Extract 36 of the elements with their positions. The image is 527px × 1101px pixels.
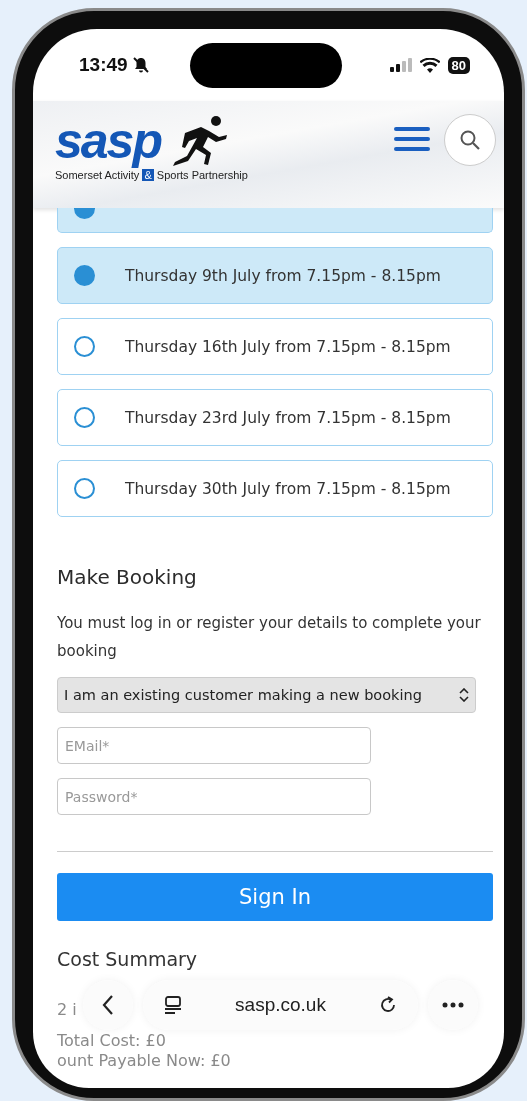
password-field[interactable]: Password* [57,778,371,815]
logo-tagline: Somerset Activity & Sports Partnership [55,169,248,181]
cost-line: Total Cost: £0 [57,1031,166,1050]
runner-icon [170,115,229,167]
tabs-icon[interactable] [163,995,183,1015]
section-heading: Make Booking [57,565,198,589]
menu-icon[interactable] [394,127,430,151]
radio-button[interactable] [74,336,95,357]
session-option[interactable]: Thursday 30th July from 7.15pm - 8.15pm [57,460,493,517]
email-field[interactable]: EMail* [57,727,371,764]
reload-icon[interactable] [378,995,398,1015]
updown-chevron-icon [459,688,469,702]
bell-muted-icon [131,56,150,74]
more-dots-icon [442,1002,464,1008]
url-text: sasp.co.uk [234,994,327,1016]
cost-line: ount Payable Now: £0 [57,1051,231,1070]
section-heading: Cost Summary [57,948,199,970]
login-note: You must log in or register your details to complete your booking [57,613,482,662]
customer-type-select[interactable]: I am an existing customer making a new booking [57,677,476,713]
signal-icon [389,58,412,72]
clock-time: 13:49 [79,54,128,76]
battery-level: 80 [447,56,470,74]
radio-button[interactable] [74,407,95,428]
search-button[interactable] [444,114,496,166]
session-option[interactable]: Thursday 23rd July from 7.15pm - 8.15pm [57,389,493,446]
wifi-icon [419,57,440,73]
radio-button[interactable] [74,265,95,286]
radio-button[interactable] [74,478,95,499]
cost-line: 2 i [57,1000,77,1019]
radio-button[interactable] [74,208,95,219]
search-icon [459,129,481,151]
back-chevron-icon [102,994,114,1016]
logo-wordmark: sasp [47,111,171,171]
address-bar[interactable]: sasp.co.uk [143,980,418,1030]
session-option[interactable]: Thursday 16th July from 7.15pm - 8.15pm [57,318,493,375]
session-option[interactable]: Thursday 9th July from 7.15pm - 8.15pm [57,247,493,304]
